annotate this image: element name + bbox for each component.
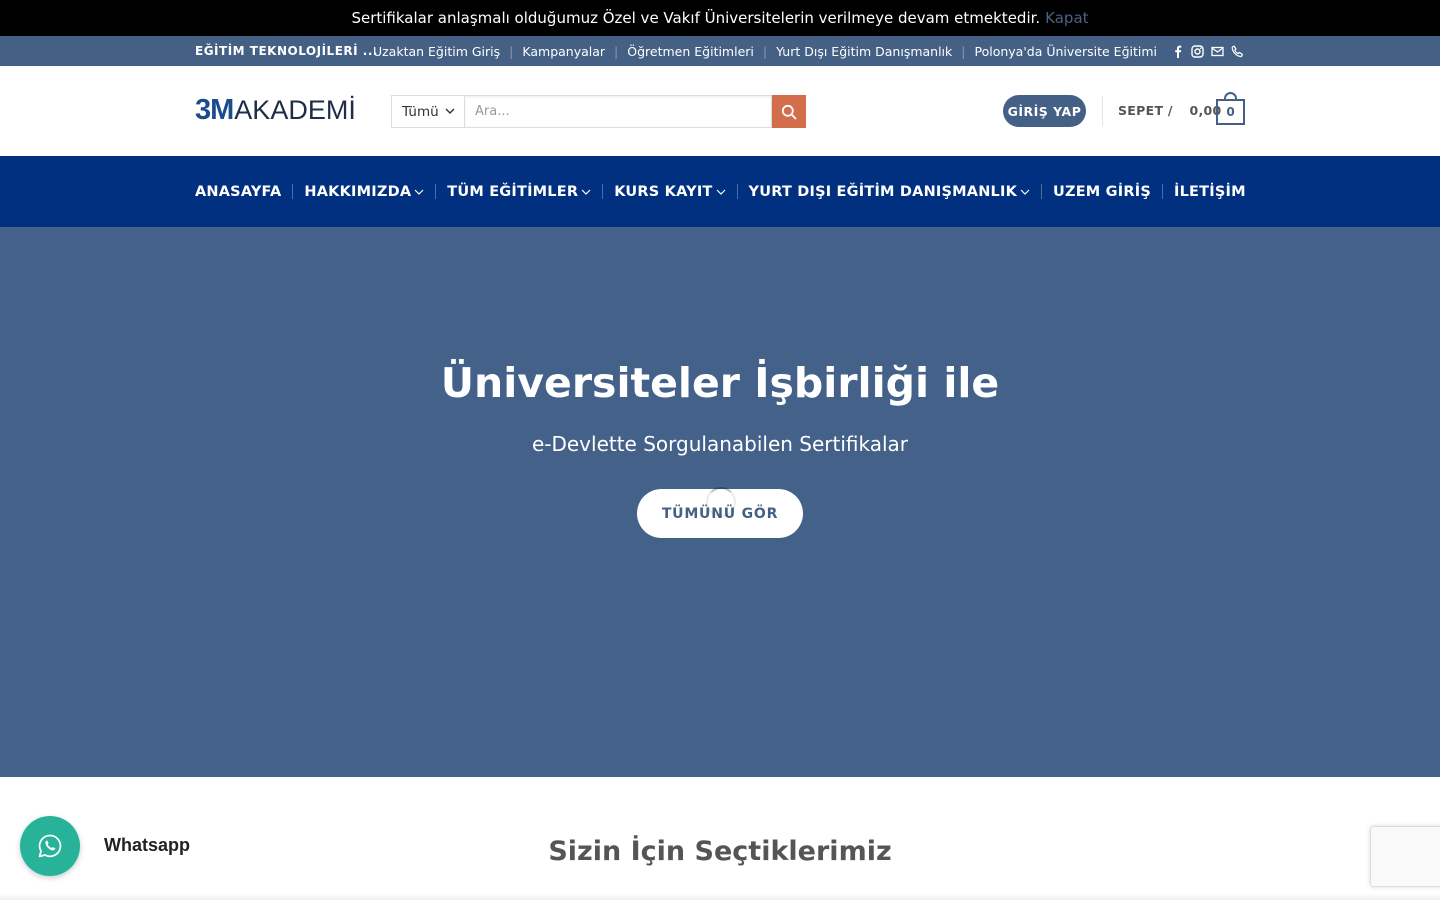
top-link-divider: |: [614, 43, 619, 59]
top-link-uzaktan-egitim[interactable]: Uzaktan Eğitim Giriş: [373, 44, 500, 59]
cart-label: SEPET /: [1118, 103, 1173, 118]
nav-items: ANASAYFA HAKKIMIZDA TÜM EĞİTİMLER KURS K…: [195, 156, 1246, 227]
nav-divider: [736, 184, 738, 199]
login-button[interactable]: GİRİŞ YAP: [1003, 95, 1086, 127]
logo-akademi-text: AKADEMİ: [234, 95, 356, 125]
hero-title: Üniversiteler İşbirliği ile: [440, 359, 1000, 407]
chevron-down-icon: [581, 189, 591, 195]
search-category-select[interactable]: Tümü: [391, 95, 464, 128]
notice-close-link[interactable]: Kapat: [1045, 9, 1088, 27]
instagram-icon[interactable]: [1191, 44, 1204, 58]
nav-item-uzem-giris[interactable]: UZEM GİRİŞ: [1053, 184, 1151, 200]
bottom-edge: [0, 893, 1440, 900]
email-icon[interactable]: [1211, 45, 1224, 58]
whatsapp-button[interactable]: [20, 816, 80, 876]
nav-item-yurt-disi[interactable]: YURT DIŞI EĞİTİM DANIŞMANLIK: [749, 184, 1031, 200]
header-divider: [1102, 96, 1103, 126]
nav-item-label: TÜM EĞİTİMLER: [447, 183, 579, 200]
top-link-kampanyalar[interactable]: Kampanyalar: [522, 44, 605, 59]
top-link-divider: |: [961, 43, 966, 59]
search-icon: [781, 104, 797, 119]
nav-item-tum-egitimler[interactable]: TÜM EĞİTİMLER: [447, 184, 591, 200]
nav-item-label: ANASAYFA: [195, 183, 282, 200]
nav-item-hakkimizda[interactable]: HAKKIMIZDA: [304, 184, 424, 200]
facebook-icon[interactable]: [1172, 45, 1184, 58]
site-logo[interactable]: 3M AKADEMİ: [195, 94, 356, 128]
loading-spinner-icon: [706, 487, 736, 517]
nav-item-label: İLETİŞİM: [1174, 183, 1246, 200]
nav-item-label: YURT DIŞI EĞİTİM DANIŞMANLIK: [748, 183, 1018, 200]
nav-divider: [602, 184, 604, 199]
notice-text: Sertifikalar anlaşmalı olduğumuz Özel ve…: [351, 9, 1041, 27]
nav-divider: [292, 184, 294, 199]
recaptcha-badge[interactable]: [1370, 826, 1440, 887]
cart-icon[interactable]: 0: [1216, 92, 1245, 125]
top-bar-brand-text[interactable]: EĞİTİM TEKNOLOJİLERİ ...: [195, 36, 378, 66]
nav-item-kurs-kayit[interactable]: KURS KAYIT: [614, 184, 725, 200]
top-link-divider: |: [762, 43, 768, 59]
nav-item-label: KURS KAYIT: [614, 183, 713, 200]
hero-subtitle: e-Devlette Sorgulanabilen Sertifikalar: [531, 432, 909, 456]
nav-item-anasayfa[interactable]: ANASAYFA: [195, 184, 281, 200]
cart-count: 0: [1216, 99, 1245, 125]
main-nav: ANASAYFA HAKKIMIZDA TÜM EĞİTİMLER KURS K…: [0, 156, 1440, 227]
top-link-polonya[interactable]: Polonya'da Üniversite Eğitimi: [975, 44, 1158, 59]
notice-bar: Sertifikalar anlaşmalı olduğumuz Özel ve…: [0, 0, 1440, 36]
social-icons: [1172, 36, 1244, 66]
nav-item-label: HAKKIMIZDA: [304, 183, 412, 200]
top-link-divider: |: [509, 43, 514, 59]
search-category-value: Tümü: [402, 103, 439, 120]
nav-divider: [1041, 184, 1043, 199]
cart-link[interactable]: SEPET / 0,00: [1118, 103, 1222, 118]
nav-item-iletisim[interactable]: İLETİŞİM: [1174, 184, 1246, 200]
chevron-down-icon: [716, 189, 725, 195]
hero-banner: Üniversiteler İşbirliği ile e-Devlette S…: [0, 227, 1440, 777]
section-title: Sizin İçin Seçtiklerimiz: [548, 836, 892, 867]
top-link-yurt-disi[interactable]: Yurt Dışı Eğitim Danışmanlık: [776, 44, 952, 59]
search-form: Tümü Ara...: [391, 95, 806, 128]
phone-icon[interactable]: [1231, 44, 1244, 58]
logo-3m-text: 3M: [195, 94, 234, 126]
nav-item-label: UZEM GİRİŞ: [1053, 183, 1151, 200]
whatsapp-icon: [38, 834, 62, 858]
search-button[interactable]: [772, 95, 806, 128]
whatsapp-label[interactable]: Whatsapp: [104, 835, 190, 856]
chevron-down-icon: [1020, 189, 1030, 195]
top-link-ogretmen-egitimleri[interactable]: Öğretmen Eğitimleri: [627, 44, 754, 59]
top-bar-links: Uzaktan Eğitim Giriş | Kampanyalar | Öğr…: [373, 36, 1157, 66]
logo-3m: 3M: [195, 94, 234, 127]
nav-divider: [435, 184, 437, 199]
chevron-down-icon: [414, 189, 424, 195]
top-bar: EĞİTİM TEKNOLOJİLERİ ... Uzaktan Eğitim …: [0, 36, 1440, 66]
nav-divider: [1162, 184, 1163, 199]
search-input[interactable]: Ara...: [464, 95, 772, 128]
header-main: 3M AKADEMİ Tümü Ara... GİRİŞ YAP SEPET /…: [0, 66, 1440, 156]
chevron-down-icon: [445, 108, 455, 114]
